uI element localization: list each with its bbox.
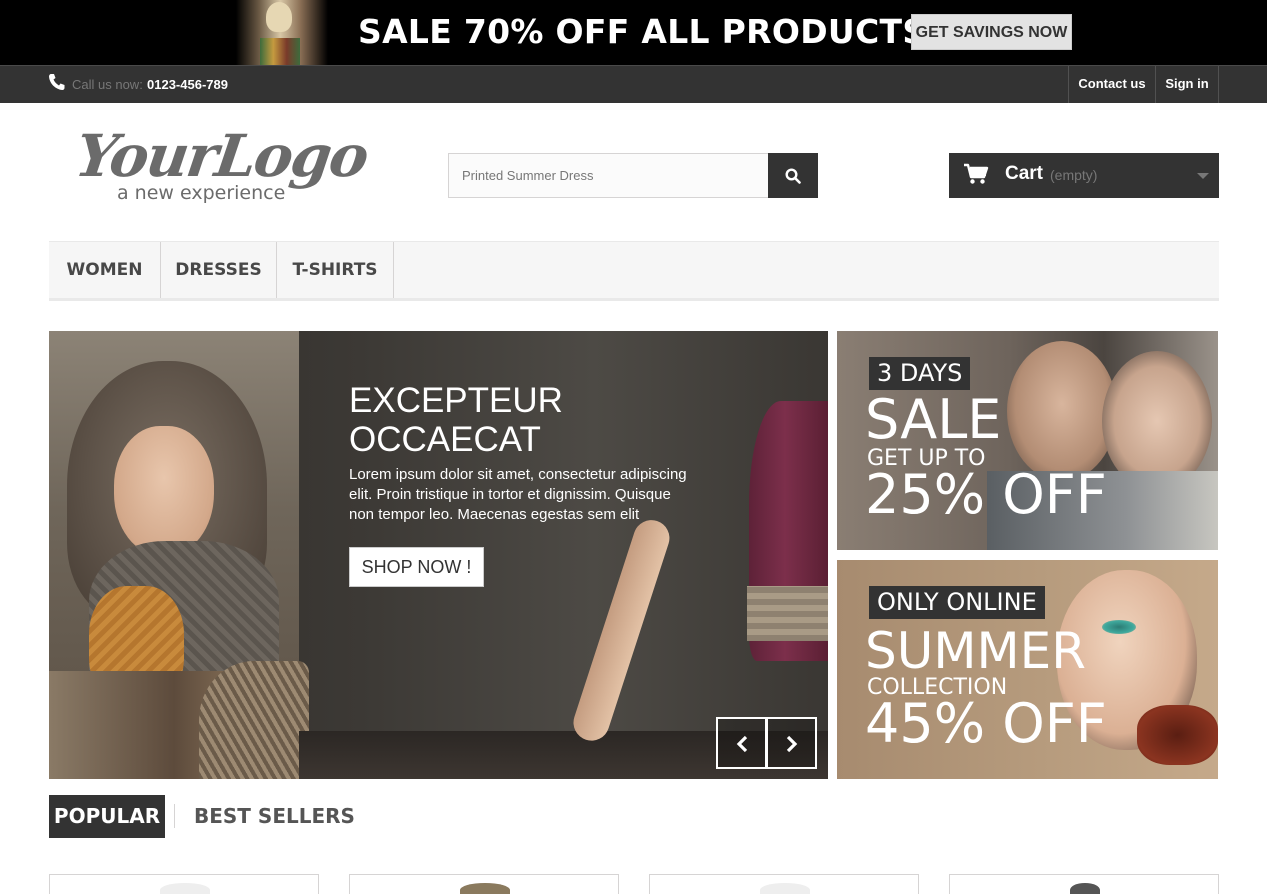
contact-us-link[interactable]: Contact us <box>1068 66 1155 103</box>
cart-label: Cart <box>1005 163 1044 184</box>
promo-model-dress <box>260 38 300 65</box>
site-logo[interactable]: YourLogo a new experience <box>70 118 372 218</box>
phone-number: 0123-456-789 <box>147 77 228 92</box>
product-image <box>160 883 210 894</box>
chevron-left-icon <box>736 735 748 753</box>
tab-best-sellers[interactable]: BEST SELLERS <box>194 795 355 838</box>
menu-item-t-shirts[interactable]: T-SHIRTS <box>277 242 394 298</box>
tab-divider <box>174 804 175 828</box>
promo-tile-sale[interactable]: 3 DAYS SALE GET UP TO 25% OFF <box>837 331 1218 550</box>
promo-model-image <box>236 0 328 65</box>
tile-sunglasses <box>1137 705 1218 765</box>
chevron-right-icon <box>786 735 798 753</box>
woman-fur <box>199 661 309 779</box>
search-icon <box>785 168 801 184</box>
shop-now-button[interactable]: SHOP NOW ! <box>349 547 484 587</box>
logo-wordmark: YourLogo <box>71 122 372 190</box>
tile-badge: ONLY ONLINE <box>869 586 1045 619</box>
sign-in-link[interactable]: Sign in <box>1155 66 1219 103</box>
phone-icon <box>49 74 65 90</box>
product-card[interactable] <box>949 874 1219 894</box>
tile-discount: 25% OFF <box>865 463 1107 526</box>
homepage-slider: EXCEPTEUR OCCAECAT Lorem ipsum dolor sit… <box>49 331 828 779</box>
tile-badge: 3 DAYS <box>869 357 971 390</box>
menu-item-women[interactable]: WOMEN <box>49 242 161 298</box>
slide-woman-photo <box>49 331 309 779</box>
promo-banner[interactable]: SALE 70% OFF ALL PRODUCTS GET SAVINGS NO… <box>0 0 1267 65</box>
product-card[interactable] <box>49 874 319 894</box>
product-image <box>760 883 810 894</box>
main-menu: WOMEN DRESSES T-SHIRTS <box>49 241 1219 301</box>
product-image <box>1070 883 1100 894</box>
slide-description: Lorem ipsum dolor sit amet, consectetur … <box>349 466 687 523</box>
tile-woman-photo <box>1102 351 1212 491</box>
product-image <box>460 883 510 894</box>
tile-headline: SALE <box>865 388 1002 451</box>
tile-headline: SUMMER <box>865 622 1086 680</box>
woman-face <box>114 426 214 556</box>
tile-man-photo <box>1007 341 1117 481</box>
menu-item-dresses[interactable]: DRESSES <box>161 242 277 298</box>
slider-next-button[interactable] <box>766 717 817 769</box>
top-nav: Call us now: 0123-456-789 Contact us Sig… <box>0 65 1267 103</box>
chevron-down-icon <box>1197 173 1209 179</box>
slider-prev-button[interactable] <box>716 717 767 769</box>
tab-popular[interactable]: POPULAR <box>49 795 165 838</box>
cart-icon <box>964 163 989 184</box>
search-button[interactable] <box>768 153 818 198</box>
slide-title: EXCEPTEUR OCCAECAT <box>349 381 563 459</box>
promo-model-hair <box>266 2 292 32</box>
logo-tagline: a new experience <box>117 182 286 204</box>
tile-model-eye <box>1102 620 1136 634</box>
product-card[interactable] <box>649 874 919 894</box>
call-us-label: Call us now: <box>72 77 143 92</box>
cart-dropdown[interactable]: Cart (empty) <box>949 153 1219 198</box>
model-belt <box>747 586 828 641</box>
search-input[interactable] <box>448 153 769 198</box>
promo-headline: SALE 70% OFF ALL PRODUCTS <box>358 12 927 51</box>
promo-tile-summer[interactable]: ONLY ONLINE SUMMER COLLECTION 45% OFF <box>837 560 1218 779</box>
product-card[interactable] <box>349 874 619 894</box>
model-arm <box>568 515 675 746</box>
get-savings-button[interactable]: GET SAVINGS NOW <box>911 14 1072 50</box>
cart-status: (empty) <box>1050 167 1098 183</box>
tile-discount: 45% OFF <box>865 692 1107 755</box>
